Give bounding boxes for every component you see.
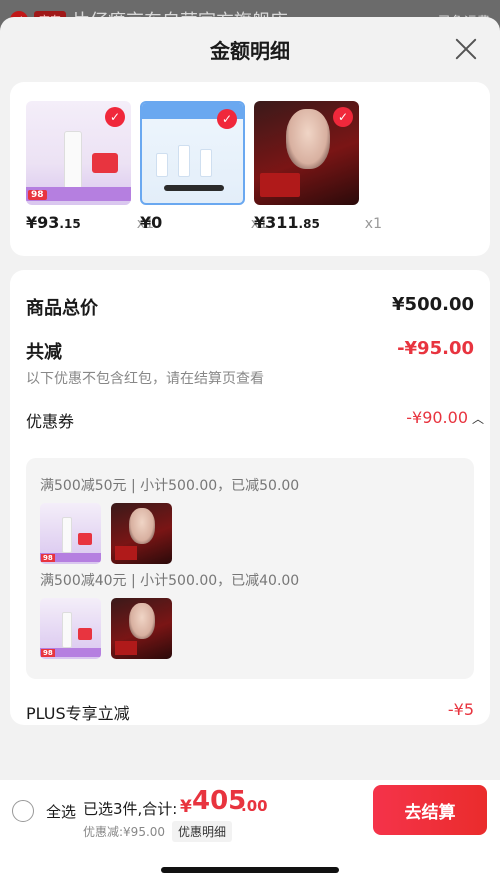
product-quantity: x1 xyxy=(364,216,382,232)
discount-value: -¥95.00 xyxy=(397,338,474,359)
product-price: ¥93.15 xyxy=(26,213,81,232)
allie-sample-product-image[interactable]: ✓ xyxy=(140,101,245,205)
coupon-rule: 满500减50元 | 小计500.00，已减50.00 xyxy=(40,478,300,494)
close-icon[interactable] xyxy=(454,37,478,61)
coupon-rule: 满500减40元 | 小计500.00，已减40.00 xyxy=(40,573,300,589)
discount-detail-button[interactable]: 优惠明细 xyxy=(172,821,233,842)
sunscreen-product-image[interactable]: 98 ✓ xyxy=(26,101,131,205)
coupon-product-row: 98 xyxy=(40,503,172,564)
saved-amount: 优惠减:¥95.00 xyxy=(83,825,166,839)
sum-amount: 405 xyxy=(192,786,247,816)
checkout-bar: 全选 已选3件,合计: ¥ 405 .00 优惠减:¥95.00 优惠明细 去结… xyxy=(0,780,500,884)
price-badge: 98 xyxy=(41,649,55,657)
select-all-label[interactable]: 全选 xyxy=(46,801,76,822)
discount-label: 共减 xyxy=(26,342,62,363)
selected-check-icon[interactable]: ✓ xyxy=(217,109,237,129)
price-badge: 98 xyxy=(28,190,47,200)
product-item[interactable]: 98 ✓ ¥93.15 x1 xyxy=(26,101,154,232)
sheet-title: 金额明细 xyxy=(210,39,290,63)
price-breakdown-card: 商品总价 ¥500.00 共减 -¥95.00 以下优惠不包含红包，请在结算页查… xyxy=(10,270,490,725)
product-item[interactable]: ✓ ¥311.85 x1 xyxy=(254,101,382,232)
total-label: 商品总价 xyxy=(26,298,98,319)
coupon-label[interactable]: 优惠券 xyxy=(26,408,74,432)
selected-count-text: 已选3件,合计: xyxy=(83,800,178,818)
sum-decimal: .00 xyxy=(241,797,268,815)
coupon-product-row: 98 xyxy=(40,598,172,659)
coupon-value[interactable]: -¥90.00 xyxy=(406,408,468,427)
product-price: ¥0 xyxy=(140,213,163,232)
sunscreen-thumbnail: 98 xyxy=(40,503,101,564)
lancome-thumbnail xyxy=(111,598,172,659)
price-badge: 98 xyxy=(41,554,55,562)
amount-detail-sheet: 金额明细 98 ✓ ¥93.15 x1 ✓ ¥0 x1 ✓ ¥311.85 x1… xyxy=(0,17,500,884)
product-list-card: 98 ✓ ¥93.15 x1 ✓ ¥0 x1 ✓ ¥311.85 x1 xyxy=(10,82,490,256)
selected-check-icon[interactable]: ✓ xyxy=(333,107,353,127)
plus-discount-label: PLUS专享立减 xyxy=(26,704,130,723)
home-indicator[interactable] xyxy=(161,867,339,873)
lancome-thumbnail xyxy=(111,503,172,564)
product-item[interactable]: ✓ ¥0 x1 xyxy=(140,101,268,232)
checkout-button[interactable]: 去结算 xyxy=(373,785,487,835)
plus-discount-value: -¥5 xyxy=(447,700,474,719)
selected-check-icon[interactable]: ✓ xyxy=(105,107,125,127)
select-all-radio[interactable] xyxy=(12,800,34,822)
coupon-detail-box: 满500减50元 | 小计500.00，已减50.00 98 满500减40元 … xyxy=(26,458,474,679)
discount-note: 以下优惠不包含红包，请在结算页查看 xyxy=(26,371,264,387)
sunscreen-thumbnail: 98 xyxy=(40,598,101,659)
total-value: ¥500.00 xyxy=(392,294,474,315)
product-price: ¥311.85 xyxy=(254,213,320,232)
sum-currency: ¥ xyxy=(180,797,192,817)
chevron-up-icon[interactable]: ︿ xyxy=(472,410,484,427)
lancome-product-image[interactable]: ✓ xyxy=(254,101,359,205)
